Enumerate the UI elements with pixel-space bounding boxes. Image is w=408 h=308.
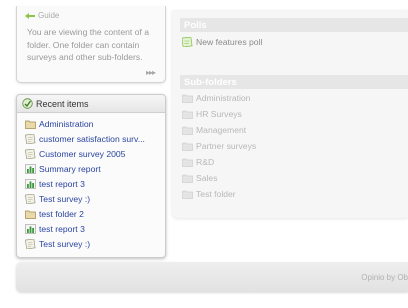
subfolder-item-label: R&D — [196, 157, 215, 167]
subfolder-item[interactable]: Sales — [182, 173, 218, 183]
folder-icon — [25, 119, 36, 129]
report-icon — [25, 163, 36, 174]
recent-item[interactable]: test report 3 — [25, 221, 165, 236]
footer-credit: Opinio by Ob — [361, 273, 408, 282]
folder-icon — [182, 109, 193, 119]
main-content: Polls New features poll Sub-folders Admi… — [172, 10, 408, 218]
recent-item-label: Administration — [39, 118, 94, 129]
folder-icon — [182, 173, 193, 183]
poll-item-label: New features poll — [196, 37, 263, 47]
report-icon — [25, 223, 36, 234]
subfolder-item[interactable]: R&D — [182, 157, 214, 167]
survey-icon — [25, 238, 36, 249]
recent-items-icon — [22, 98, 33, 109]
guide-header: Guide — [24, 11, 59, 20]
recent-item-label: Test survey :) — [39, 238, 91, 249]
subfolders-title: Sub-folders — [184, 76, 237, 88]
poll-icon — [181, 36, 193, 48]
recent-item-label: Summary report — [39, 163, 101, 174]
recent-item-label: Customer survey 2005 — [39, 148, 126, 159]
footer: Opinio by Ob — [16, 262, 408, 292]
recent-item[interactable]: Test survey :) — [25, 191, 165, 206]
recent-item[interactable]: Summary report — [25, 161, 165, 176]
polls-section-header: Polls — [180, 18, 408, 32]
recent-item-label: test folder 2 — [39, 208, 84, 219]
subfolder-item-label: Sales — [196, 173, 218, 183]
report-icon — [25, 178, 36, 189]
guide-text: You are viewing the content of a folder.… — [27, 27, 149, 62]
folder-icon — [182, 157, 193, 167]
recent-items-list: Administration customer satisfaction surv… — [17, 113, 165, 251]
recent-item[interactable]: customer satisfaction surv... — [25, 131, 165, 146]
recent-items-title: Recent items — [36, 98, 89, 109]
survey-icon — [25, 133, 36, 144]
recent-item-label: Test survey :) — [39, 193, 91, 204]
recent-item[interactable]: test folder 2 — [25, 206, 165, 221]
survey-icon — [25, 193, 36, 204]
guide-panel: Guide You are viewing the content of a f… — [16, 6, 166, 83]
recent-item[interactable]: test report 3 — [25, 176, 165, 191]
guide-icon — [25, 12, 35, 19]
folder-icon — [182, 125, 193, 135]
folder-icon — [182, 189, 193, 199]
recent-item[interactable]: Test survey :) — [25, 236, 165, 251]
recent-item[interactable]: Administration — [25, 116, 165, 131]
subfolders-section-header: Sub-folders — [180, 75, 408, 89]
recent-items-panel: Recent items Administration customer sati… — [16, 94, 166, 258]
subfolder-item-label: Test folder — [196, 189, 236, 199]
subfolder-item[interactable]: Test folder — [182, 189, 236, 199]
subfolder-item[interactable]: Administration — [182, 93, 250, 103]
polls-title: Polls — [184, 19, 207, 31]
folder-icon — [182, 141, 193, 151]
recent-item-label: test report 3 — [39, 178, 85, 189]
recent-item-label: test report 3 — [39, 223, 85, 234]
subfolder-item-label: Partner surveys — [196, 141, 257, 151]
subfolder-item-label: Administration — [196, 93, 251, 103]
subfolder-item-label: HR Surveys — [196, 109, 242, 119]
recent-item-label: customer satisfaction surv... — [39, 133, 145, 144]
recent-items-header: Recent items — [17, 95, 165, 113]
subfolder-item[interactable]: Partner surveys — [182, 141, 256, 151]
poll-item[interactable]: New features poll — [181, 36, 263, 48]
subfolder-item[interactable]: Management — [182, 125, 246, 135]
subfolder-item-label: Management — [196, 125, 247, 135]
guide-more-button[interactable]: ▸▸▸ — [146, 68, 156, 77]
folder-icon — [25, 209, 36, 219]
survey-icon — [25, 148, 36, 159]
guide-title: Guide — [38, 11, 60, 20]
folder-icon — [182, 93, 193, 103]
recent-item[interactable]: Customer survey 2005 — [25, 146, 165, 161]
subfolder-item[interactable]: HR Surveys — [182, 109, 242, 119]
